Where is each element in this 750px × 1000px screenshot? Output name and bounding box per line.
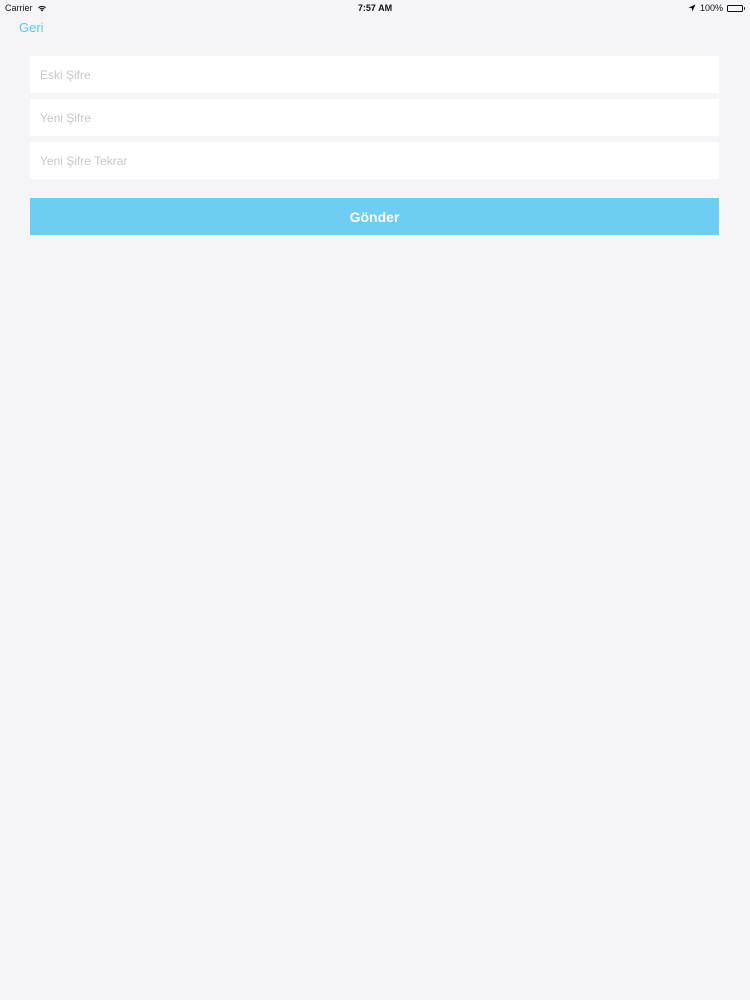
change-password-form: Gönder (30, 56, 719, 235)
old-password-field[interactable] (30, 56, 719, 93)
wifi-icon (37, 4, 47, 12)
battery-icon (727, 4, 745, 12)
battery-percent: 100% (699, 3, 723, 13)
back-button[interactable]: Geri (19, 20, 44, 35)
status-bar: Carrier 7:57 AM 100% (0, 0, 750, 16)
carrier-label: Carrier (5, 3, 33, 13)
new-password-repeat-field[interactable] (30, 142, 719, 179)
new-password-field[interactable] (30, 99, 719, 136)
submit-button[interactable]: Gönder (30, 198, 719, 235)
location-arrow-icon (688, 4, 696, 12)
status-time: 7:57 AM (357, 3, 393, 13)
status-right: 100% (688, 3, 745, 13)
status-left: Carrier (5, 3, 47, 13)
